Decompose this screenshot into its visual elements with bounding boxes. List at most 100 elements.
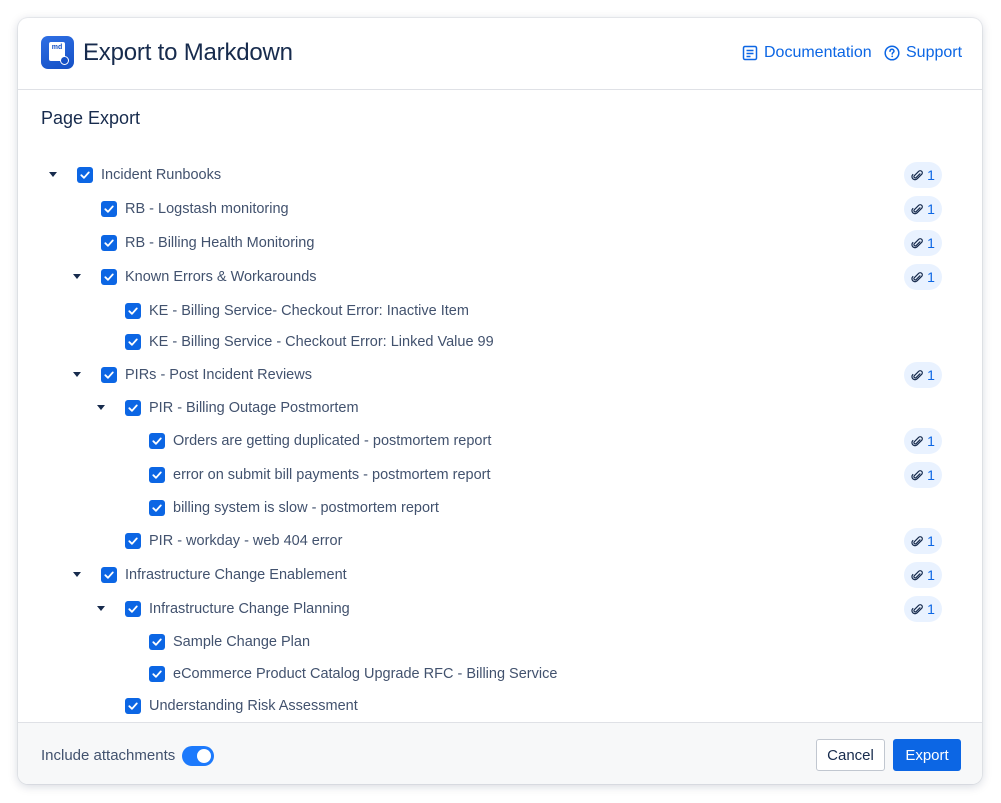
checkmark-icon (152, 670, 162, 678)
checkmark-icon (152, 471, 162, 479)
paperclip-icon (911, 237, 923, 248)
checkmark-icon (152, 504, 162, 512)
expand-caret-icon[interactable] (73, 572, 81, 577)
attachment-count-badge: 1 (904, 230, 942, 256)
checkmark-icon (128, 307, 138, 315)
tree-row: RB - Logstash monitoring 1 (18, 196, 982, 222)
attachment-count-badge: 1 (904, 362, 942, 388)
paperclip-icon (911, 469, 923, 480)
paperclip-icon (911, 203, 923, 214)
page-label: RB - Logstash monitoring (125, 201, 289, 217)
page-checkbox[interactable] (125, 698, 141, 714)
page-label: Sample Change Plan (173, 634, 311, 650)
expand-caret-icon[interactable] (49, 172, 57, 177)
export-button[interactable]: Export (893, 739, 961, 771)
page-label: KE - Billing Service- Checkout Error: In… (149, 303, 469, 319)
documentation-link-label: Documentation (764, 44, 872, 61)
tree-row: Orders are getting duplicated - postmort… (18, 428, 982, 454)
help-icon (884, 45, 900, 61)
attachment-count-badge: 1 (904, 196, 942, 222)
page-checkbox[interactable] (149, 500, 165, 516)
page-label: Infrastructure Change Planning (149, 601, 350, 617)
tree-row: KE - Billing Service - Checkout Error: L… (18, 329, 982, 355)
attachment-count-badge: 1 (904, 162, 942, 188)
paperclip-icon (911, 435, 923, 446)
page-checkbox[interactable] (77, 167, 93, 183)
page-label: eCommerce Product Catalog Upgrade RFC - … (173, 666, 558, 682)
page-checkbox[interactable] (125, 303, 141, 319)
attachment-count-badge: 1 (904, 462, 942, 488)
tree-row: Incident Runbooks 1 (18, 162, 982, 188)
page-checkbox[interactable] (101, 269, 117, 285)
support-link-label: Support (906, 44, 963, 61)
attachment-count: 1 (927, 269, 935, 285)
include-attachments-label: Include attachments (41, 747, 176, 764)
attachment-count: 1 (927, 601, 935, 617)
attachment-count: 1 (927, 367, 935, 383)
attachment-count-badge: 1 (904, 528, 942, 554)
checkmark-icon (128, 605, 138, 613)
tree-row: PIR - workday - web 404 error 1 (18, 528, 982, 554)
tree-row: error on submit bill payments - postmort… (18, 462, 982, 488)
checkmark-icon (128, 537, 138, 545)
page-label: Infrastructure Change Enablement (125, 567, 347, 583)
expand-caret-icon[interactable] (97, 405, 105, 410)
page-checkbox[interactable] (149, 467, 165, 483)
page-checkbox[interactable] (101, 201, 117, 217)
tree-row: billing system is slow - postmortem repo… (18, 495, 982, 521)
attachment-count: 1 (927, 567, 935, 583)
checkmark-icon (128, 404, 138, 412)
cancel-button[interactable]: Cancel (816, 739, 885, 771)
checkmark-icon (128, 702, 138, 710)
support-link[interactable]: Support (884, 42, 962, 64)
section-title: Page Export (41, 108, 141, 128)
page-label: KE - Billing Service - Checkout Error: L… (149, 334, 494, 350)
attachment-count-badge: 1 (904, 428, 942, 454)
page-label: Understanding Risk Assessment (149, 698, 358, 714)
checkmark-icon (104, 239, 114, 247)
document-icon (742, 45, 758, 61)
tree-row: PIR - Billing Outage Postmortem (18, 395, 982, 421)
paperclip-icon (911, 535, 923, 546)
page-checkbox[interactable] (149, 666, 165, 682)
markdown-app-logo-icon: md (41, 36, 74, 69)
tree-row: RB - Billing Health Monitoring 1 (18, 230, 982, 256)
page-checkbox[interactable] (149, 433, 165, 449)
paperclip-icon (911, 369, 923, 380)
checkmark-icon (104, 571, 114, 579)
attachment-count: 1 (927, 167, 935, 183)
tree-row: eCommerce Product Catalog Upgrade RFC - … (18, 661, 982, 687)
attachment-count: 1 (927, 433, 935, 449)
expand-caret-icon[interactable] (73, 372, 81, 377)
export-dialog: md Export to Markdown Documentation Supp… (18, 18, 982, 784)
attachment-count: 1 (927, 533, 935, 549)
tree-row: Known Errors & Workarounds 1 (18, 264, 982, 290)
paperclip-icon (911, 603, 923, 614)
checkmark-icon (104, 205, 114, 213)
checkmark-icon (104, 371, 114, 379)
page-checkbox[interactable] (101, 235, 117, 251)
expand-caret-icon[interactable] (97, 606, 105, 611)
include-attachments-toggle[interactable] (182, 746, 214, 766)
dialog-title: Export to Markdown (83, 39, 293, 66)
page-label: error on submit bill payments - postmort… (173, 467, 491, 483)
page-checkbox[interactable] (125, 601, 141, 617)
tree-row: Understanding Risk Assessment (18, 693, 982, 719)
page-checkbox[interactable] (125, 400, 141, 416)
page-checkbox[interactable] (149, 634, 165, 650)
checkmark-icon (104, 273, 114, 281)
page-checkbox[interactable] (125, 533, 141, 549)
attachment-count: 1 (927, 235, 935, 251)
tree-row: Sample Change Plan (18, 629, 982, 655)
dialog-header: md Export to Markdown Documentation Supp… (18, 18, 982, 90)
tree-row: PIRs - Post Incident Reviews 1 (18, 362, 982, 388)
page-checkbox[interactable] (101, 567, 117, 583)
expand-caret-icon[interactable] (73, 274, 81, 279)
page-label: Orders are getting duplicated - postmort… (173, 433, 492, 449)
documentation-link[interactable]: Documentation (742, 42, 872, 64)
logo-download-dot (60, 56, 69, 65)
page-checkbox[interactable] (125, 334, 141, 350)
page-checkbox[interactable] (101, 367, 117, 383)
attachment-count-badge: 1 (904, 596, 942, 622)
checkmark-icon (128, 338, 138, 346)
